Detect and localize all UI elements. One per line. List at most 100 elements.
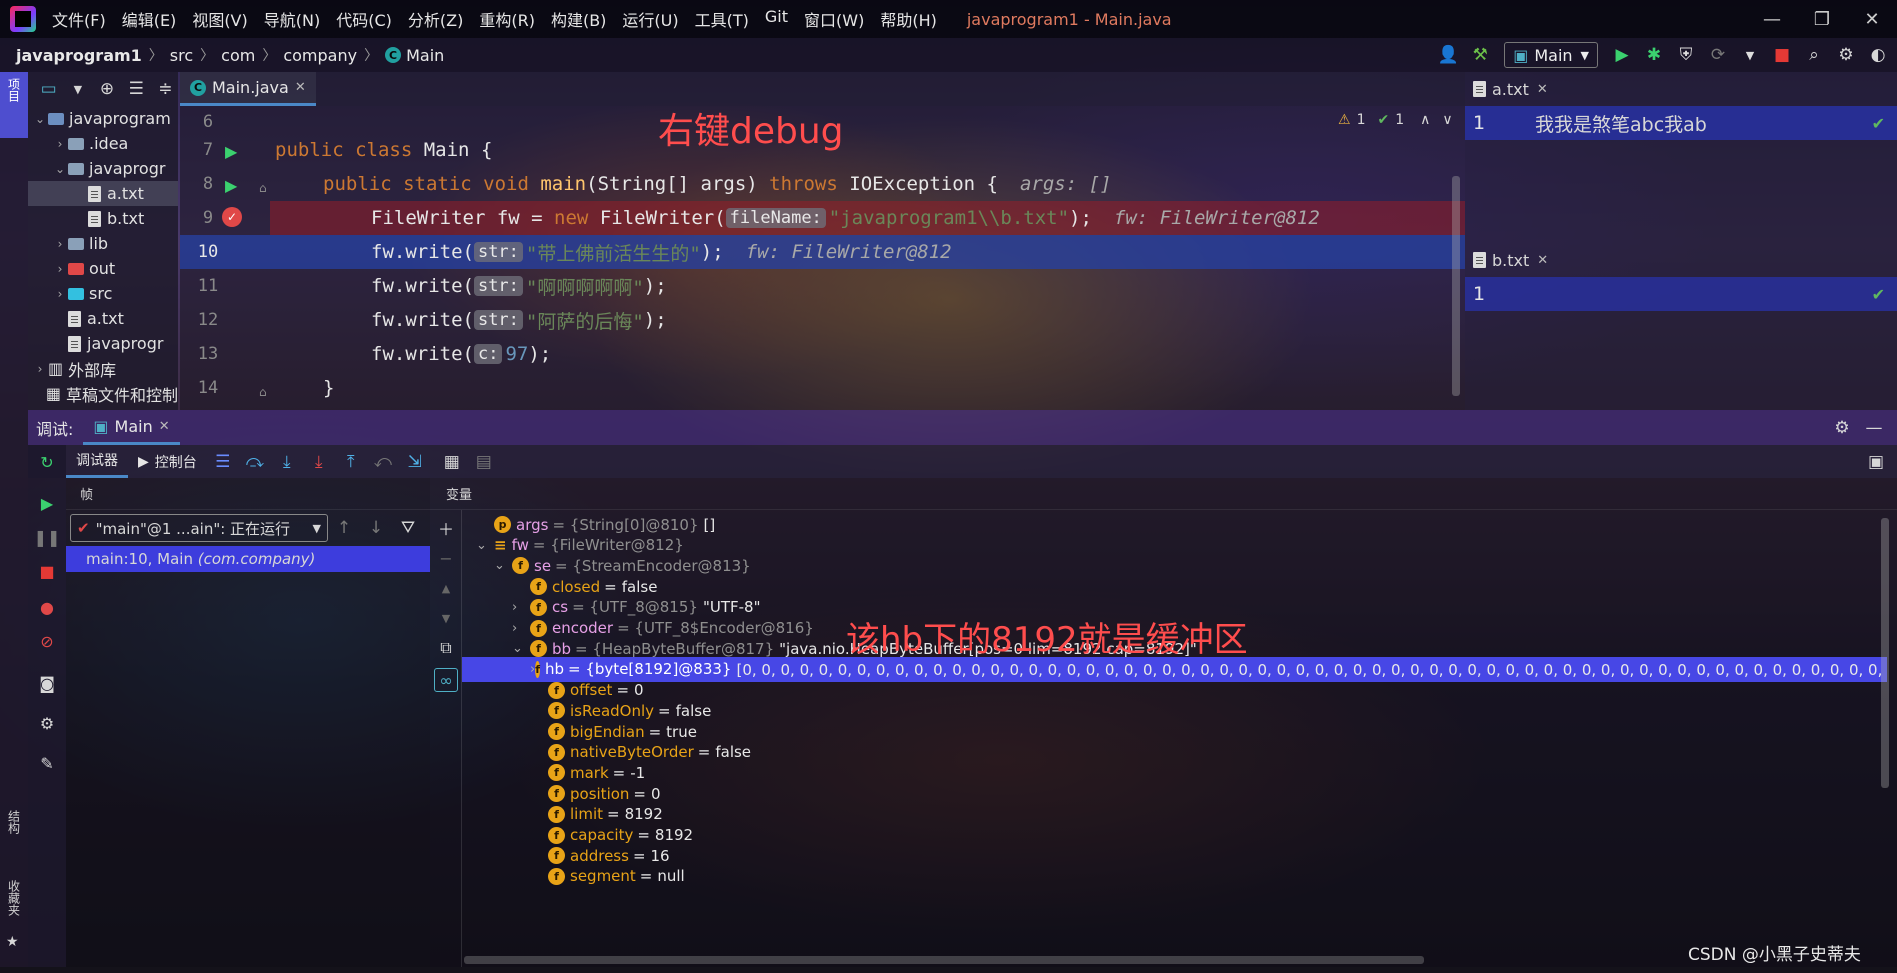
build-hammer-icon[interactable]: ⚒: [1467, 42, 1493, 68]
tab-main-java[interactable]: C Main.java ✕: [180, 72, 316, 106]
copy-icon[interactable]: ⧉: [434, 636, 458, 660]
search-icon[interactable]: ⌕: [1801, 42, 1827, 68]
debug-bug-icon[interactable]: ✱: [1641, 42, 1667, 68]
frame-row[interactable]: main:10, Main (com.company): [66, 546, 430, 572]
breadcrumb-project[interactable]: javaprogram1: [16, 46, 142, 65]
breakpoint-icon[interactable]: ✓: [222, 207, 242, 227]
close-tab-icon[interactable]: ✕: [1537, 253, 1548, 268]
tree-item[interactable]: › .idea: [28, 131, 178, 156]
camera-icon[interactable]: ◙: [35, 671, 59, 695]
chevron-down-icon[interactable]: ⌄: [32, 112, 48, 126]
chevron-right-icon[interactable]: ›: [52, 287, 68, 301]
close-icon[interactable]: ✕: [1847, 9, 1897, 30]
remove-watch-icon[interactable]: −: [434, 546, 458, 570]
prev-issue-icon[interactable]: ∧: [1420, 112, 1430, 128]
menu-item[interactable]: 分析(Z): [400, 7, 471, 31]
collapse-all-icon[interactable]: ≑: [156, 76, 175, 102]
chevron-down-icon[interactable]: ▼: [68, 76, 87, 102]
stop-icon[interactable]: ■: [1769, 42, 1795, 68]
close-tab-icon[interactable]: ✕: [1537, 82, 1548, 97]
menu-item[interactable]: Git: [757, 7, 796, 31]
layout-icon[interactable]: ▣: [1863, 449, 1889, 475]
threads-menu-icon[interactable]: ☰: [210, 449, 236, 475]
menu-item[interactable]: 视图(V): [184, 7, 255, 31]
a-txt-line-1[interactable]: 1 我我是煞笔abc我ab ✔: [1465, 106, 1897, 140]
inspection-widget[interactable]: ⚠ 1 ✔ 1 ∧ ∨: [1338, 112, 1453, 128]
pin-icon[interactable]: ✎: [35, 751, 59, 775]
fold-icon[interactable]: ⌂: [259, 181, 267, 195]
tree-item[interactable]: javaprogr: [28, 331, 178, 356]
chevron-right-icon[interactable]: ›: [512, 621, 530, 636]
tree-item[interactable]: b.txt: [28, 206, 178, 231]
menu-item[interactable]: 文件(F): [44, 7, 114, 31]
filter-icon[interactable]: ⛛: [395, 515, 421, 541]
chevron-right-icon[interactable]: ›: [512, 600, 530, 615]
breadcrumb-class[interactable]: Main: [406, 46, 444, 65]
breadcrumb-company[interactable]: company: [283, 46, 357, 65]
step-out-icon[interactable]: ⤒: [338, 449, 364, 475]
next-issue-icon[interactable]: ∨: [1442, 112, 1452, 128]
run-config-select[interactable]: ▣ Main ▼: [1504, 42, 1598, 68]
b-txt-line-1[interactable]: 1 ✔: [1465, 277, 1897, 311]
variable-row[interactable]: f segment = null: [462, 864, 1887, 889]
gear-icon[interactable]: ⚙: [35, 711, 59, 735]
tree-item[interactable]: › src: [28, 281, 178, 306]
menu-item[interactable]: 重构(R): [471, 7, 543, 31]
structure-tool-label[interactable]: 结构: [2, 810, 26, 834]
evaluate-icon[interactable]: ▦: [439, 449, 465, 475]
bookmarks-tool-label[interactable]: 收藏夹: [2, 880, 26, 916]
menu-item[interactable]: 编辑(E): [114, 7, 185, 31]
infinity-icon[interactable]: ∞: [434, 668, 458, 692]
breadcrumb-src[interactable]: src: [170, 46, 193, 65]
arrow-up-icon[interactable]: ↑: [331, 515, 357, 541]
trace-icon[interactable]: ▤: [471, 449, 497, 475]
chevron-down-icon[interactable]: ⌄: [512, 641, 530, 656]
chevron-right-icon[interactable]: ›: [52, 137, 68, 151]
editor-scrollbar[interactable]: [1452, 176, 1460, 396]
close-tab-icon[interactable]: ✕: [159, 419, 170, 434]
view-breakpoints-icon[interactable]: ●: [35, 595, 59, 619]
locate-icon[interactable]: ⊕: [97, 76, 116, 102]
more-run-chevron-icon[interactable]: ▼: [1737, 42, 1763, 68]
stop-icon[interactable]: ■: [35, 559, 59, 583]
gear-icon[interactable]: ⚙: [1833, 42, 1859, 68]
step-into-icon[interactable]: ⤓: [274, 449, 300, 475]
drop-frame-icon[interactable]: ⤺: [370, 449, 396, 475]
tree-item[interactable]: ⌄ javaprogr: [28, 156, 178, 181]
chevron-right-icon[interactable]: ›: [32, 362, 48, 376]
menu-item[interactable]: 运行(U): [614, 7, 686, 31]
menu-item[interactable]: 导航(N): [256, 7, 328, 31]
move-down-icon[interactable]: ▼: [434, 606, 458, 630]
move-up-icon[interactable]: ▲: [434, 576, 458, 600]
step-over-icon[interactable]: ⤼: [242, 449, 268, 475]
run-gutter-icon[interactable]: ▶: [225, 176, 237, 195]
chevron-down-icon[interactable]: ⌄: [494, 558, 512, 573]
ide-update-icon[interactable]: ◐: [1865, 42, 1891, 68]
resume-icon[interactable]: ▶: [35, 491, 59, 515]
menu-item[interactable]: 工具(T): [687, 7, 757, 31]
menu-item[interactable]: 构建(B): [543, 7, 614, 31]
tree-item[interactable]: ⌄ javaprogram: [28, 106, 178, 131]
tab-a-txt[interactable]: a.txt ✕: [1465, 72, 1897, 106]
add-watch-icon[interactable]: ＋: [434, 516, 458, 540]
profile-icon[interactable]: ⟳: [1705, 42, 1731, 68]
tab-console[interactable]: ▶ 控制台: [128, 445, 207, 478]
star-icon[interactable]: ★: [6, 934, 19, 950]
variables-hscrollbar[interactable]: [464, 956, 1424, 964]
maximize-icon[interactable]: ❐: [1797, 9, 1847, 30]
force-step-into-icon[interactable]: ⤓: [306, 449, 332, 475]
menu-item[interactable]: 帮助(H): [872, 7, 945, 31]
pause-icon[interactable]: ❚❚: [34, 525, 61, 549]
tree-item[interactable]: › out: [28, 256, 178, 281]
run-gutter-icon[interactable]: ▶: [225, 142, 237, 161]
chevron-down-icon[interactable]: ⌄: [52, 162, 68, 176]
chevron-down-icon[interactable]: ⌄: [476, 538, 494, 553]
thread-select[interactable]: ✔ "main"@1 ...ain": 正在运行 ▼: [70, 514, 328, 542]
minimize-icon[interactable]: —: [1747, 9, 1797, 30]
chevron-right-icon[interactable]: ›: [52, 262, 68, 276]
user-icon[interactable]: 👤: [1435, 42, 1461, 68]
tree-item[interactable]: › lib: [28, 231, 178, 256]
tree-item[interactable]: a.txt: [28, 181, 178, 206]
tab-b-txt[interactable]: b.txt ✕: [1465, 243, 1897, 277]
gear-icon[interactable]: ⚙: [1829, 415, 1855, 441]
